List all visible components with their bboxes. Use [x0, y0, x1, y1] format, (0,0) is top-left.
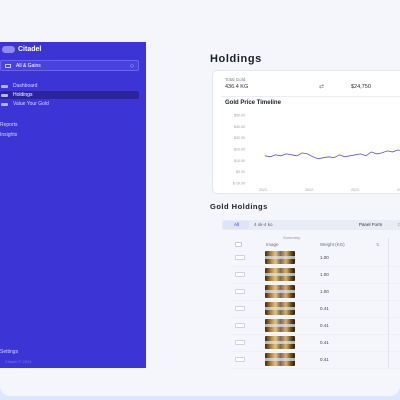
y-tick-label: $-10.00: [233, 182, 245, 186]
row-checkbox[interactable]: [235, 357, 245, 362]
y-tick-label: $0.00: [236, 170, 245, 174]
sidebar-item-holdings[interactable]: Holdings: [0, 91, 139, 99]
account-select-label: All & Gains: [16, 62, 41, 69]
value-icon: [1, 102, 8, 106]
sidebar-logo[interactable]: Citadel: [2, 46, 41, 53]
dashboard-icon: [1, 84, 8, 88]
x-tick-label: 2023-: [351, 188, 361, 192]
row-weight: 0.41: [320, 357, 329, 362]
row-checkbox[interactable]: [235, 323, 245, 328]
gold-bar-image: [265, 353, 295, 366]
holdings-table: 1.00 1.00 1.00 0.41 0.41 0.41 0.41: [232, 250, 400, 369]
row-weight: 1.00: [320, 289, 329, 294]
column-header-weight[interactable]: Weight (KG): [320, 242, 345, 247]
table-row[interactable]: 0.41: [232, 301, 400, 318]
row-checkbox[interactable]: [235, 289, 245, 294]
gold-bar-image: [265, 251, 295, 264]
gold-bar-image: [265, 336, 295, 349]
section-title: Gold Holdings: [210, 202, 268, 211]
y-tick-label: $20.00: [234, 148, 245, 152]
column-divider: [388, 238, 389, 368]
table-header: Image Weight (KG) ⇅: [232, 241, 400, 249]
sort-icon[interactable]: ⇅: [376, 242, 379, 247]
row-weight: 1.00: [320, 272, 329, 277]
sidebar-nav: Dashboard Holdings Value Your Gold: [0, 82, 146, 109]
filter-bar: All 4 ok-4 ko Panel Form De: [222, 220, 400, 230]
row-checkbox[interactable]: [235, 272, 245, 277]
y-tick-label: $10.00: [234, 159, 245, 163]
y-tick-label: $30.00: [234, 136, 245, 140]
y-tick-label: $50.00: [234, 114, 245, 118]
sidebar-item-reports[interactable]: Reports: [0, 122, 18, 128]
table-row[interactable]: 0.41: [232, 335, 400, 352]
sidebar-item-label: Holdings: [13, 92, 33, 98]
sidebar: Citadel All & Gains ◇ Dashboard Holdings…: [0, 42, 146, 368]
logo-text: Citadel: [18, 46, 42, 53]
sidebar-item-settings[interactable]: Settings: [0, 349, 18, 355]
x-tick-label: 2022-: [259, 188, 269, 192]
table-group-header: Summary: [283, 235, 301, 240]
account-select[interactable]: All & Gains ◇: [0, 60, 139, 71]
row-divider: [232, 368, 400, 369]
x-tick-label: 2022-: [305, 188, 315, 192]
table-row[interactable]: 0.41: [232, 318, 400, 335]
row-weight: 0.41: [320, 323, 329, 328]
price-series-line: [264, 149, 400, 160]
price-chart: $50.00 $40.00 $30.00 $20.00 $10.00 $0.00 $-10.…: [233, 114, 400, 192]
sidebar-item-label: Dashboard: [13, 83, 38, 89]
grid-icon: [5, 63, 11, 68]
gold-bar-image: [265, 302, 295, 315]
holdings-icon: [1, 93, 8, 97]
select-all-checkbox[interactable]: [235, 242, 242, 247]
app-window: Citadel All & Gains ◇ Dashboard Holdings…: [0, 0, 400, 396]
main-content: Holdings Total Gold 436.4 KG ⇄ $24,750 G…: [146, 42, 400, 396]
gold-bar-image: [265, 319, 295, 332]
gold-bar-image: [265, 285, 295, 298]
select-arrow-icon: ◇: [130, 62, 134, 69]
sidebar-footer: Citadel © 2024: [5, 359, 32, 364]
sidebar-item-value-gold[interactable]: Value Your Gold: [0, 100, 146, 108]
y-tick-label: $40.00: [234, 125, 245, 129]
logo-icon: [2, 46, 15, 53]
gold-bar-image: [265, 268, 295, 281]
sidebar-item-dashboard[interactable]: Dashboard: [0, 82, 146, 90]
row-checkbox[interactable]: [235, 255, 245, 260]
table-row[interactable]: 0.41: [232, 352, 400, 369]
summary-card: Total Gold 436.4 KG ⇄ $24,750 Gold Price…: [212, 70, 400, 194]
type-filter[interactable]: Panel Form: [359, 221, 382, 229]
range-filter[interactable]: 4 ok-4 ko: [254, 221, 273, 229]
tab-all[interactable]: All: [223, 221, 249, 229]
table-row[interactable]: 1.00: [232, 250, 400, 267]
column-header-image[interactable]: Image: [266, 242, 279, 247]
row-weight: 1.00: [320, 255, 329, 260]
row-checkbox[interactable]: [235, 306, 245, 311]
sidebar-item-label: Value Your Gold: [13, 101, 49, 107]
row-weight: 0.41: [320, 340, 329, 345]
page-title: Holdings: [210, 53, 262, 65]
row-weight: 0.41: [320, 306, 329, 311]
table-row[interactable]: 1.00: [232, 284, 400, 301]
row-checkbox[interactable]: [235, 340, 245, 345]
sidebar-item-insights[interactable]: Insights: [0, 132, 17, 138]
table-row[interactable]: 1.00: [232, 267, 400, 284]
